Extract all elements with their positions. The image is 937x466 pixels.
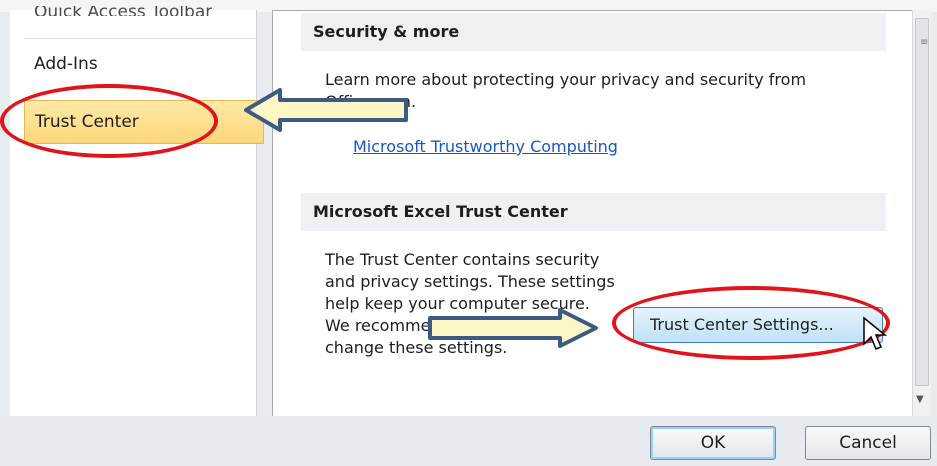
scrollbar-thumb[interactable]: ≡ bbox=[915, 18, 929, 386]
nav-item-quick-access-toolbar[interactable]: Quick Access Toolbar bbox=[34, 6, 212, 16]
scroll-down-arrow-icon[interactable]: ▼ bbox=[916, 394, 924, 405]
left-arrow-annotation bbox=[244, 88, 408, 132]
options-nav: Quick Access Toolbar Add-Ins Trust Cente… bbox=[10, 6, 264, 416]
highlight-ellipse-trust-center bbox=[0, 84, 218, 158]
cancel-button[interactable]: Cancel bbox=[805, 426, 931, 460]
nav-divider bbox=[24, 38, 256, 39]
highlight-ellipse-settings-button bbox=[612, 286, 890, 360]
nav-item-add-ins[interactable]: Add-Ins bbox=[34, 54, 98, 74]
vertical-scrollbar[interactable]: ≡ ▼ bbox=[912, 10, 931, 416]
section-header-security-label: Security & more bbox=[313, 22, 460, 41]
section-header-security: Security & more bbox=[301, 13, 886, 51]
ok-button[interactable]: OK bbox=[650, 426, 776, 460]
dialog-footer: OK Cancel bbox=[0, 416, 937, 466]
right-arrow-annotation bbox=[428, 308, 598, 348]
mouse-cursor-icon bbox=[863, 316, 888, 350]
section-header-trust-center-label: Microsoft Excel Trust Center bbox=[313, 202, 568, 221]
section-header-trust-center: Microsoft Excel Trust Center bbox=[301, 193, 886, 231]
trustworthy-computing-link[interactable]: Microsoft Trustworthy Computing bbox=[353, 137, 618, 156]
scroll-grip-icon: ≡ bbox=[920, 37, 929, 48]
